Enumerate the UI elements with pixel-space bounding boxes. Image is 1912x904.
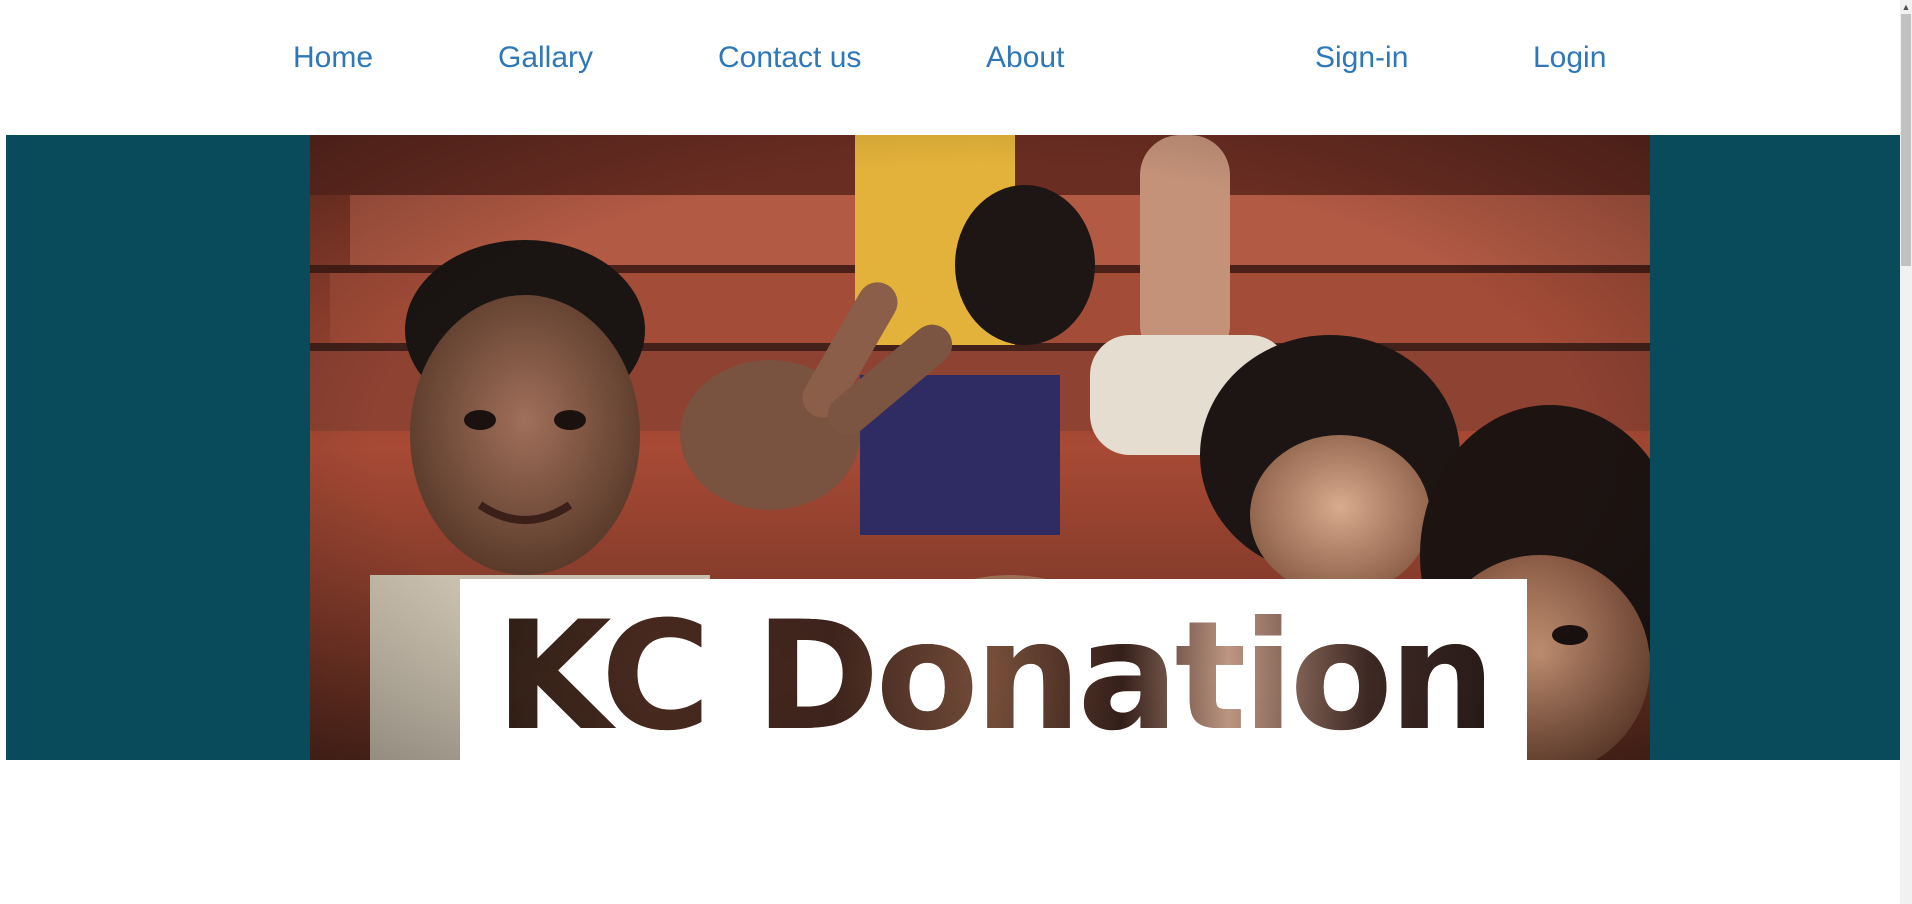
hero-title: KC Donation <box>460 579 1527 760</box>
nav-link-sign-in[interactable]: Sign-in <box>1315 38 1408 78</box>
top-navigation: Home Gallary Contact us About Sign-in Lo… <box>0 0 1900 134</box>
page: Home Gallary Contact us About Sign-in Lo… <box>0 0 1912 904</box>
hero-title-banner: KC Donation <box>460 579 1527 760</box>
nav-link-contact-us[interactable]: Contact us <box>718 38 861 78</box>
nav-link-about[interactable]: About <box>986 38 1064 78</box>
nav-link-gallery[interactable]: Gallary <box>498 38 593 78</box>
scrollbar-thumb[interactable] <box>1901 14 1911 266</box>
hero-section: KC Donation <box>6 135 1900 760</box>
nav-link-login[interactable]: Login <box>1533 38 1606 78</box>
nav-link-home[interactable]: Home <box>293 38 373 78</box>
scroll-up-arrow-icon[interactable]: ▲ <box>1900 0 1912 14</box>
vertical-scrollbar[interactable]: ▲ <box>1900 0 1912 904</box>
